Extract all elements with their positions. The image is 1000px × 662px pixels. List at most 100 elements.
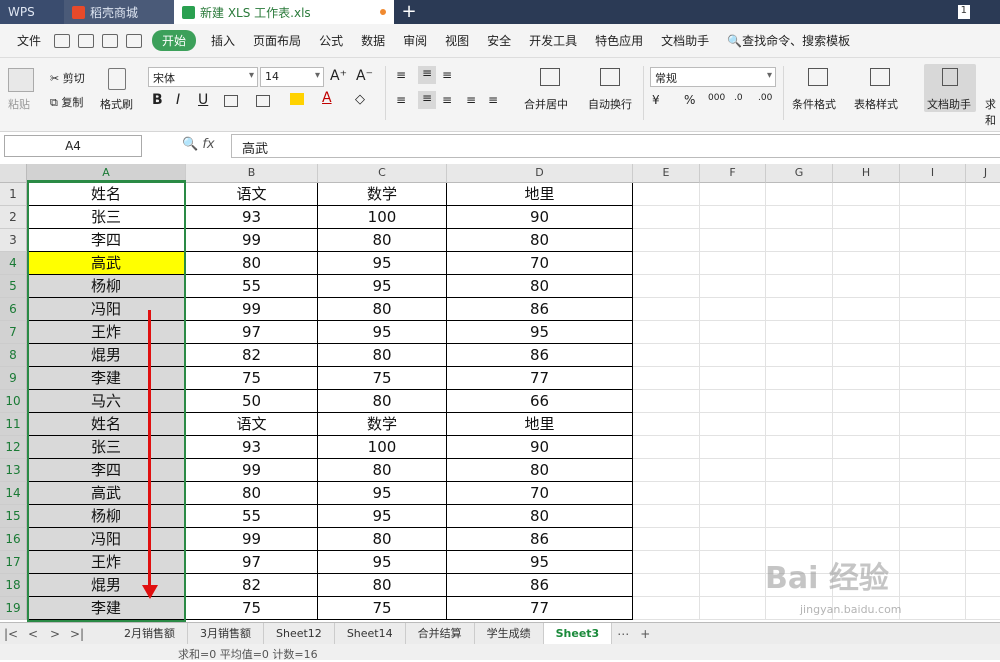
menu-item[interactable]: 页面布局	[244, 32, 310, 49]
menu-item[interactable]: 安全	[478, 32, 520, 49]
menu-item[interactable]: 数据	[352, 32, 394, 49]
table-cell[interactable]: 100	[318, 206, 447, 229]
menu-file[interactable]: 文件	[8, 32, 50, 49]
wrap-text-button[interactable]: 自动换行	[588, 96, 632, 112]
table-cell[interactable]: 王炸	[27, 321, 186, 344]
empty-cell[interactable]	[700, 252, 766, 275]
empty-cell[interactable]	[633, 390, 700, 413]
row-header[interactable]: 3	[0, 229, 27, 252]
table-cell[interactable]: 90	[447, 436, 633, 459]
table-cell[interactable]: 80	[447, 275, 633, 298]
table-cell[interactable]: 语文	[186, 183, 318, 206]
sum-button[interactable]: 求和	[985, 96, 1000, 128]
empty-cell[interactable]	[700, 436, 766, 459]
table-cell[interactable]: 杨柳	[27, 505, 186, 528]
empty-cell[interactable]	[633, 229, 700, 252]
empty-cell[interactable]	[633, 275, 700, 298]
empty-cell[interactable]	[700, 321, 766, 344]
table-cell[interactable]: 97	[186, 321, 318, 344]
table-cell[interactable]: 99	[186, 229, 318, 252]
empty-cell[interactable]	[966, 298, 1000, 321]
row-header[interactable]: 16	[0, 528, 27, 551]
empty-cell[interactable]	[900, 551, 966, 574]
table-cell[interactable]: 80	[447, 505, 633, 528]
sheet-tab[interactable]: 合并结算	[406, 622, 475, 645]
increase-decimal-icon[interactable]: .0	[734, 93, 743, 103]
empty-cell[interactable]	[633, 298, 700, 321]
empty-cell[interactable]	[700, 528, 766, 551]
empty-cell[interactable]	[766, 459, 833, 482]
merge-cells-icon[interactable]	[256, 95, 270, 107]
align-left-icon[interactable]: ≡	[396, 93, 406, 107]
file-tab[interactable]: 新建 XLS 工作表.xls	[174, 0, 394, 24]
fx-icon[interactable]: 🔍 fx	[182, 137, 215, 152]
empty-cell[interactable]	[766, 482, 833, 505]
table-cell[interactable]: 焜男	[27, 574, 186, 597]
empty-cell[interactable]	[900, 206, 966, 229]
cut-button[interactable]: ✂ 剪切	[50, 70, 85, 86]
table-cell[interactable]: 95	[318, 275, 447, 298]
sheet-tab[interactable]: 学生成绩	[475, 622, 544, 645]
next-sheet-icon[interactable]: >	[44, 627, 66, 641]
sheet-tab[interactable]: 2月销售额	[112, 622, 188, 645]
search-command[interactable]: 🔍查找命令、搜索模板	[718, 32, 859, 49]
table-cell[interactable]: 82	[186, 344, 318, 367]
sheet-tab[interactable]: Sheet3	[543, 622, 613, 645]
column-header-i[interactable]: I	[900, 164, 966, 183]
table-cell[interactable]: 99	[186, 528, 318, 551]
table-cell[interactable]: 张三	[27, 206, 186, 229]
table-cell[interactable]: 75	[186, 597, 318, 620]
currency-icon[interactable]: ¥	[652, 93, 660, 107]
row-header[interactable]: 11	[0, 413, 27, 436]
empty-cell[interactable]	[966, 597, 1000, 620]
doc-assistant-button[interactable]: 文档助手	[927, 96, 971, 112]
table-cell[interactable]: 90	[447, 206, 633, 229]
empty-cell[interactable]	[833, 528, 900, 551]
first-sheet-icon[interactable]: |<	[0, 627, 22, 641]
table-cell[interactable]: 95	[318, 321, 447, 344]
docer-tab[interactable]: 稻壳商城	[64, 0, 174, 24]
empty-cell[interactable]	[700, 574, 766, 597]
empty-cell[interactable]	[833, 390, 900, 413]
align-middle-icon[interactable]: ≡	[418, 66, 436, 84]
empty-cell[interactable]	[833, 275, 900, 298]
menu-item[interactable]: 插入	[202, 32, 244, 49]
empty-cell[interactable]	[633, 551, 700, 574]
column-header-h[interactable]: H	[833, 164, 900, 183]
row-header[interactable]: 5	[0, 275, 27, 298]
empty-cell[interactable]	[766, 183, 833, 206]
bold-icon[interactable]: B	[152, 92, 163, 108]
paste-icon[interactable]	[8, 68, 34, 92]
empty-cell[interactable]	[633, 574, 700, 597]
empty-cell[interactable]	[900, 597, 966, 620]
font-family-select[interactable]: 宋体	[148, 67, 258, 87]
empty-cell[interactable]	[966, 206, 1000, 229]
table-cell[interactable]: 99	[186, 459, 318, 482]
empty-cell[interactable]	[966, 252, 1000, 275]
empty-cell[interactable]	[633, 413, 700, 436]
formula-input[interactable]: 高武	[231, 134, 1000, 158]
undo-icon[interactable]	[126, 33, 143, 48]
menu-item[interactable]: 特色应用	[586, 32, 652, 49]
empty-cell[interactable]	[833, 252, 900, 275]
save-icon[interactable]	[78, 33, 95, 48]
empty-cell[interactable]	[766, 298, 833, 321]
shrink-font-icon[interactable]: A⁻	[356, 68, 373, 84]
table-cell[interactable]: 75	[318, 367, 447, 390]
empty-cell[interactable]	[833, 413, 900, 436]
font-size-select[interactable]: 14	[260, 67, 324, 87]
empty-cell[interactable]	[966, 413, 1000, 436]
table-cell[interactable]: 95	[318, 482, 447, 505]
empty-cell[interactable]	[700, 344, 766, 367]
table-cell[interactable]: 李四	[27, 229, 186, 252]
empty-cell[interactable]	[900, 390, 966, 413]
row-header[interactable]: 4	[0, 252, 27, 275]
align-center-icon[interactable]: ≡	[418, 91, 436, 109]
empty-cell[interactable]	[900, 482, 966, 505]
table-cell[interactable]: 张三	[27, 436, 186, 459]
empty-cell[interactable]	[900, 505, 966, 528]
table-cell[interactable]: 冯阳	[27, 298, 186, 321]
table-cell[interactable]: 75	[186, 367, 318, 390]
table-cell[interactable]: 95	[318, 551, 447, 574]
empty-cell[interactable]	[766, 528, 833, 551]
